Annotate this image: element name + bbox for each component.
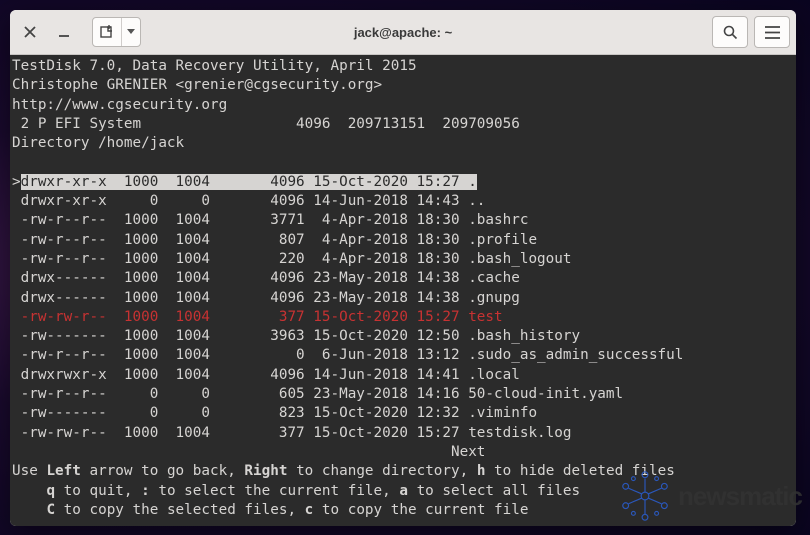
file-row[interactable]: -rw-r--r-- 1000 1004 807 4-Apr-2018 18:3…: [21, 232, 537, 248]
header-line: Directory /home/jack: [12, 135, 184, 151]
close-button[interactable]: [16, 18, 44, 46]
header-line: 2 P EFI System 4096 209713151 209709056: [12, 116, 520, 132]
header-line: Christophe GRENIER <grenier@cgsecurity.o…: [12, 77, 382, 93]
new-tab-button[interactable]: [93, 18, 121, 46]
new-tab-group: [92, 17, 141, 47]
file-row[interactable]: -rw-r--r-- 0 0 605 23-May-2018 14:16 50-…: [21, 386, 624, 402]
file-row[interactable]: -rw-r--r-- 1000 1004 0 6-Jun-2018 13:12 …: [21, 347, 684, 363]
terminal-window: jack@apache: ~ TestDisk 7.0, Data Recove…: [10, 10, 796, 526]
help-line: Use Left arrow to go back, Right to chan…: [12, 463, 675, 479]
file-row[interactable]: -rw------- 0 0 823 15-Oct-2020 12:32 .vi…: [21, 405, 537, 421]
header-line: http://www.cgsecurity.org: [12, 97, 227, 113]
file-row[interactable]: drwxr-xr-x 1000 1004 4096 15-Oct-2020 15…: [21, 174, 477, 190]
titlebar: jack@apache: ~: [10, 10, 796, 55]
help-line: q to quit, : to select the current file,…: [12, 483, 580, 499]
header-line: TestDisk 7.0, Data Recovery Utility, Apr…: [12, 58, 417, 74]
file-row[interactable]: drwxr-xr-x 0 0 4096 14-Jun-2018 14:43 ..: [21, 193, 486, 209]
terminal-content[interactable]: TestDisk 7.0, Data Recovery Utility, Apr…: [10, 55, 796, 526]
file-row[interactable]: -rw-rw-r-- 1000 1004 377 15-Oct-2020 15:…: [21, 309, 503, 325]
minimize-button[interactable]: [50, 18, 78, 46]
file-row[interactable]: -rw-r--r-- 1000 1004 3771 4-Apr-2018 18:…: [21, 212, 529, 228]
file-row[interactable]: drwx------ 1000 1004 4096 23-May-2018 14…: [21, 290, 520, 306]
file-row[interactable]: -rw------- 1000 1004 3963 15-Oct-2020 12…: [21, 328, 580, 344]
next-indicator: Next: [12, 444, 485, 460]
file-row[interactable]: drwx------ 1000 1004 4096 23-May-2018 14…: [21, 270, 520, 286]
file-row[interactable]: drwxrwxr-x 1000 1004 4096 14-Jun-2018 14…: [21, 367, 520, 383]
file-row[interactable]: -rw-r--r-- 1000 1004 220 4-Apr-2018 18:3…: [21, 251, 572, 267]
file-row[interactable]: -rw-rw-r-- 1000 1004 377 15-Oct-2020 15:…: [21, 425, 572, 441]
menu-button[interactable]: [754, 16, 790, 48]
help-line: C to copy the selected files, c to copy …: [12, 502, 528, 518]
new-tab-dropdown[interactable]: [122, 18, 140, 46]
search-button[interactable]: [712, 16, 748, 48]
